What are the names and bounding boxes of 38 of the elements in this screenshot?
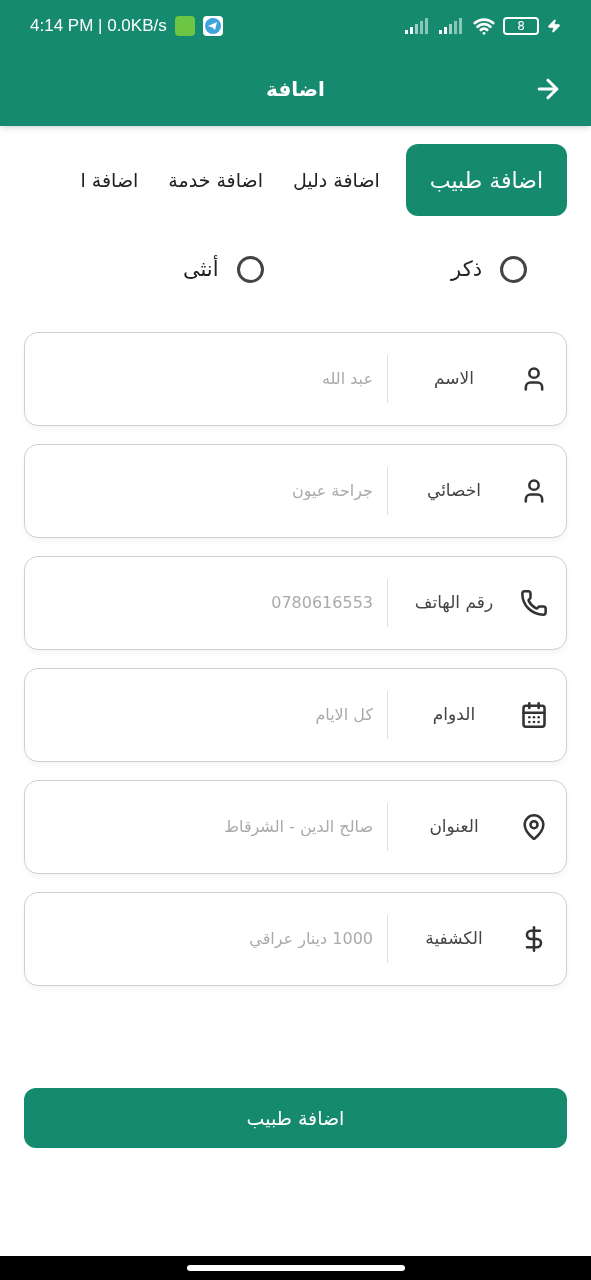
wifi-icon [473,15,495,37]
field-input[interactable]: 0780616553 [25,590,373,615]
input-field[interactable]: العنوان صالح الدين - الشرقاط [24,779,567,874]
field-label: الكشفية [424,926,484,950]
header-title: اضافة [266,76,325,103]
input-field[interactable]: الدوام كل الايام [24,667,567,762]
field-label: الاسم [433,366,475,390]
radio-label: ذكر [451,256,482,283]
radio-button[interactable] [236,256,264,284]
tab[interactable]: اضافة خدمة [164,144,267,216]
input-field[interactable]: الكشفية 1000 دينار عراقي [24,891,567,986]
radio-label: أنثى [182,254,219,283]
field-input[interactable]: عبد الله [25,366,373,391]
location-pin-icon [520,812,548,841]
tab[interactable]: اضافة دليل [288,144,384,216]
field-input[interactable]: جراحة عيون [25,478,373,503]
calendar-icon [520,700,548,729]
field-input[interactable]: كل الايام [25,702,373,727]
paper-plane-icon [202,16,223,36]
tab[interactable]: اضافة طبيب [405,144,567,216]
battery-icon: 8 [503,17,539,35]
field-label: الدوام [431,702,477,726]
field-label: اخصائي [425,478,483,503]
field-label: العنوان [428,814,480,838]
charging-icon [547,19,561,33]
signal-icon [439,18,465,34]
signal-icon [405,18,431,34]
field-input[interactable]: 1000 دينار عراقي [25,926,373,951]
phone-icon [520,588,548,617]
status-time: 4:14 PM | 0.0KB/s [30,15,167,38]
field-label: رقم الهاتف [413,590,495,615]
input-field[interactable]: اخصائي جراحة عيون [24,443,567,538]
submit-button[interactable]: اضافة طبيب [24,1088,567,1148]
tab[interactable]: اضافة ا [76,144,143,216]
radio-button[interactable] [500,256,527,284]
app-notification-icon [174,16,195,36]
field-input[interactable]: صالح الدين - الشرقاط [25,814,373,839]
input-field[interactable]: الاسم عبد الله [24,331,567,426]
